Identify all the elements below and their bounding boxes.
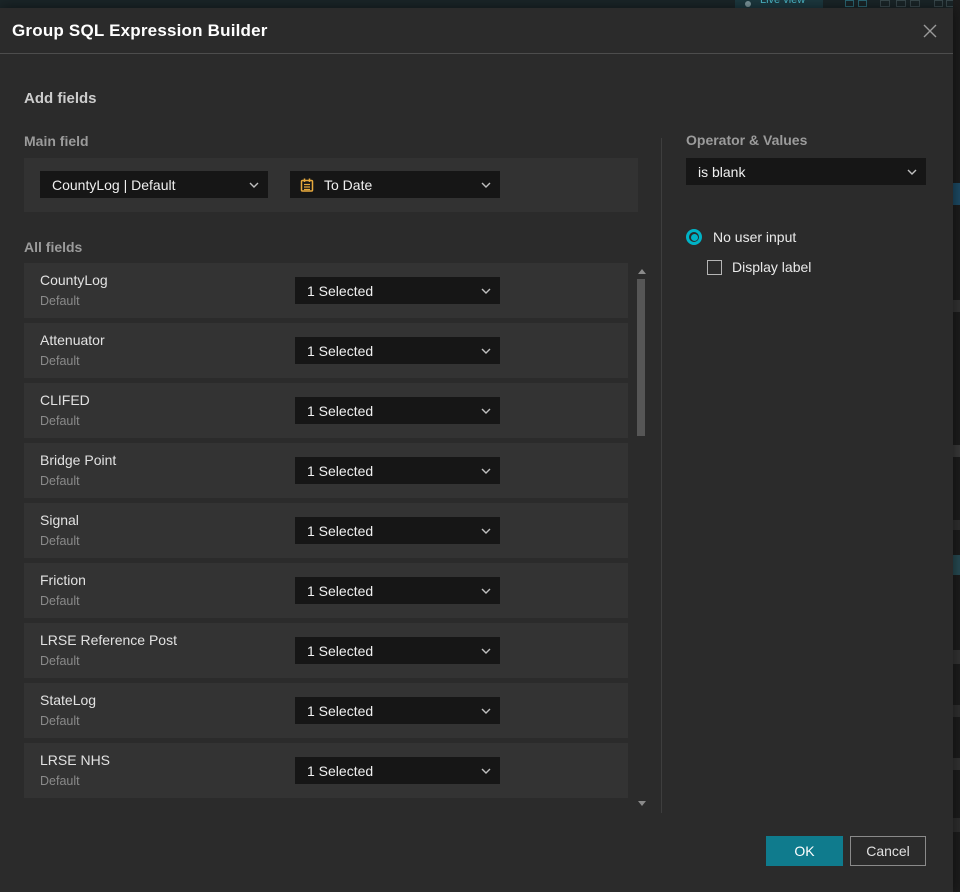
chevron-down-icon — [249, 182, 259, 188]
field-selection-value: 1 Selected — [307, 762, 374, 779]
chevron-down-icon — [481, 528, 491, 534]
field-selection-select[interactable]: 1 Selected — [295, 337, 500, 364]
field-selection-value: 1 Selected — [307, 642, 374, 659]
no-user-input-label: No user input — [713, 229, 797, 245]
close-button[interactable] — [921, 22, 939, 40]
toolbar-button-icon — [858, 0, 867, 7]
main-field-select[interactable]: CountyLog | Default — [40, 171, 268, 198]
field-name: Signal — [40, 512, 79, 528]
field-row: Friction Default 1 Selected — [24, 563, 628, 618]
field-row: StateLog Default 1 Selected — [24, 683, 628, 738]
field-selection-select[interactable]: 1 Selected — [295, 457, 500, 484]
field-subtitle: Default — [40, 414, 80, 428]
chevron-down-icon — [481, 708, 491, 714]
chevron-down-icon — [481, 288, 491, 294]
chevron-down-icon — [481, 768, 491, 774]
field-row: Attenuator Default 1 Selected — [24, 323, 628, 378]
chevron-down-icon — [481, 182, 491, 188]
background-app-right-sliver — [953, 0, 960, 892]
ok-button[interactable]: OK — [766, 836, 843, 866]
operator-select[interactable]: is blank — [686, 158, 926, 185]
display-label-label: Display label — [732, 259, 812, 275]
field-subtitle: Default — [40, 774, 80, 788]
background-app-top-strip: Live view — [0, 0, 960, 8]
field-row: Bridge Point Default 1 Selected — [24, 443, 628, 498]
toolbar-button-icon — [896, 0, 906, 7]
column-divider — [661, 138, 662, 813]
radio-selected-icon — [686, 229, 702, 245]
field-subtitle: Default — [40, 534, 80, 548]
section-title-add-fields: Add fields — [24, 90, 97, 107]
checkbox-unchecked-icon — [707, 259, 722, 275]
toolbar-button-icon — [845, 0, 854, 7]
field-row: CLIFED Default 1 Selected — [24, 383, 628, 438]
toolbar-button-icon — [910, 0, 920, 7]
field-selection-select[interactable]: 1 Selected — [295, 397, 500, 424]
field-selection-select[interactable]: 1 Selected — [295, 757, 500, 784]
field-name: Friction — [40, 572, 86, 588]
live-view-dot-icon — [745, 1, 751, 7]
toolbar-button-icon — [880, 0, 890, 7]
chevron-down-icon — [481, 468, 491, 474]
all-fields-label: All fields — [24, 239, 83, 255]
field-row: Signal Default 1 Selected — [24, 503, 628, 558]
field-selection-value: 1 Selected — [307, 582, 374, 599]
dialog-title: Group SQL Expression Builder — [12, 21, 268, 40]
field-selection-select[interactable]: 1 Selected — [295, 577, 500, 604]
display-label-checkbox[interactable]: Display label — [707, 259, 811, 275]
cancel-button[interactable]: Cancel — [850, 836, 926, 866]
field-selection-value: 1 Selected — [307, 282, 374, 299]
field-selection-select[interactable]: 1 Selected — [295, 517, 500, 544]
main-field-select-value: CountyLog | Default — [52, 176, 176, 193]
field-name: Bridge Point — [40, 452, 117, 468]
chevron-down-icon — [481, 648, 491, 654]
operator-select-value: is blank — [698, 163, 746, 180]
field-selection-value: 1 Selected — [307, 702, 374, 719]
field-row: CountyLog Default 1 Selected — [24, 263, 628, 318]
main-field-type-select[interactable]: To Date — [290, 171, 500, 198]
operator-values-label: Operator & Values — [686, 132, 808, 148]
chevron-down-icon — [481, 588, 491, 594]
field-row: LRSE NHS Default 1 Selected — [24, 743, 628, 798]
field-name: CLIFED — [40, 392, 90, 408]
toolbar-button-icon — [934, 0, 943, 7]
field-selection-value: 1 Selected — [307, 462, 374, 479]
field-name: Attenuator — [40, 332, 105, 348]
chevron-down-icon — [481, 348, 491, 354]
close-icon — [923, 24, 937, 38]
field-subtitle: Default — [40, 594, 80, 608]
scrollbar-up-icon[interactable] — [638, 269, 646, 274]
field-selection-value: 1 Selected — [307, 402, 374, 419]
field-selection-select[interactable]: 1 Selected — [295, 277, 500, 304]
field-selection-value: 1 Selected — [307, 522, 374, 539]
field-name: StateLog — [40, 692, 97, 708]
main-field-label: Main field — [24, 133, 89, 149]
main-field-panel: CountyLog | Default To Date — [24, 158, 638, 212]
no-user-input-radio[interactable]: No user input — [686, 229, 796, 245]
field-name: LRSE NHS — [40, 752, 111, 768]
field-selection-select[interactable]: 1 Selected — [295, 637, 500, 664]
field-subtitle: Default — [40, 654, 80, 668]
field-row: LRSE Reference Post Default 1 Selected — [24, 623, 628, 678]
dialog-header: Group SQL Expression Builder — [0, 8, 953, 54]
field-name: CountyLog — [40, 272, 108, 288]
field-subtitle: Default — [40, 294, 80, 308]
group-sql-expression-builder-dialog: Group SQL Expression Builder Add fields … — [0, 8, 953, 892]
field-subtitle: Default — [40, 714, 80, 728]
scrollbar-down-icon[interactable] — [638, 801, 646, 806]
main-field-type-value: To Date — [324, 176, 373, 193]
scrollbar-thumb[interactable] — [637, 279, 645, 436]
field-selection-value: 1 Selected — [307, 342, 374, 359]
live-view-label: Live view — [760, 0, 806, 6]
field-subtitle: Default — [40, 474, 80, 488]
field-name: LRSE Reference Post — [40, 632, 177, 648]
field-subtitle: Default — [40, 354, 80, 368]
chevron-down-icon — [481, 408, 491, 414]
field-selection-select[interactable]: 1 Selected — [295, 697, 500, 724]
chevron-down-icon — [907, 169, 917, 175]
